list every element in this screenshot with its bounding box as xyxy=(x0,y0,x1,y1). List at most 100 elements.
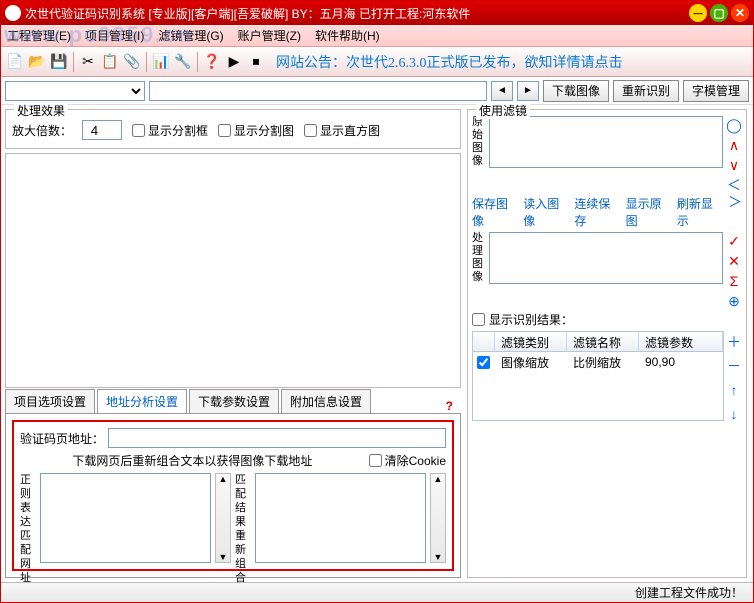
scrollbar[interactable]: ▲▼ xyxy=(215,473,231,563)
th-check[interactable] xyxy=(473,332,495,351)
separator xyxy=(146,52,147,72)
captcha-url-label: 验证码页地址： xyxy=(20,430,104,447)
show-result-label: 显示识别结果： xyxy=(489,311,573,328)
zoom-input[interactable] xyxy=(82,120,122,140)
toolbar: 📄 📂 💾 ✂ 📋 📎 📊 🔧 ❓ ▶ ⏹ 网站公告：次世代2.6.3.0正式版… xyxy=(1,47,753,77)
sigma-icon[interactable]: Σ xyxy=(730,274,739,288)
clear-cookie-cb[interactable]: 清除Cookie xyxy=(369,452,446,469)
tabs-bar: 项目选项设置 地址分析设置 下载参数设置 附加信息设置 ? xyxy=(5,392,461,414)
status-bar: 创建工程文件成功！ xyxy=(1,582,753,602)
tab-extra-info[interactable]: 附加信息设置 xyxy=(281,389,371,413)
image-side-controls-1: ◯ ∧ ∨ ＜ xyxy=(726,116,742,192)
cell-params: 90,90 xyxy=(639,353,723,371)
cell-name: 比例缩放 xyxy=(567,352,639,373)
recombine-hint: 下载网页后重新组合文本以获得图像下载地址 xyxy=(20,452,365,469)
filter-group-title: 使用滤镜 xyxy=(476,102,530,119)
filter-table: 滤镜类别 滤镜名称 滤镜参数 图像缩放 比例缩放 90,90 xyxy=(472,331,724,421)
captcha-url-input[interactable] xyxy=(108,428,446,448)
up-icon[interactable]: ∧ xyxy=(729,138,739,152)
highlight-box: 验证码页地址： 下载网页后重新组合文本以获得图像下载地址 清除Cookie 正则… xyxy=(12,420,454,571)
download-image-button[interactable]: 下载图像 xyxy=(543,80,609,102)
menu-filter-mgmt[interactable]: 滤镜管理(G) xyxy=(158,27,223,44)
minimize-button[interactable]: － xyxy=(689,4,707,22)
window-title: 次世代验证码识别系统 [专业版][客户端][吾爱破解] BY：五月海 已打开工程… xyxy=(25,5,686,22)
link-show-orig[interactable]: 显示原图 xyxy=(626,195,673,229)
menu-account-mgmt[interactable]: 账户管理(Z) xyxy=(238,27,301,44)
tab-project-options[interactable]: 项目选项设置 xyxy=(5,389,95,413)
circle-icon[interactable]: ◯ xyxy=(726,118,742,132)
nav-prev-button[interactable]: ◄ xyxy=(491,81,513,101)
th-category[interactable]: 滤镜类别 xyxy=(495,332,567,351)
recomb-textarea[interactable] xyxy=(255,473,426,563)
th-params[interactable]: 滤镜参数 xyxy=(639,332,723,351)
project-select[interactable] xyxy=(5,81,145,101)
app-icon xyxy=(5,5,21,21)
recomb-label: 匹配结果重新组合 xyxy=(235,473,251,563)
x-icon[interactable]: ✕ xyxy=(728,254,740,268)
proc-image-box xyxy=(489,232,723,284)
plus-circle-icon[interactable]: ⊕ xyxy=(728,294,740,308)
preview-area xyxy=(5,153,461,388)
tb-copy-icon[interactable]: 📋 xyxy=(100,52,120,72)
table-side-controls: ＋ － ↑ ↓ xyxy=(726,331,742,421)
link-cont-save[interactable]: 连续保存 xyxy=(574,195,621,229)
tab-body: 验证码页地址： 下载网页后重新组合文本以获得图像下载地址 清除Cookie 正则… xyxy=(5,414,461,578)
show-result-checkbox[interactable] xyxy=(472,313,485,326)
address-input[interactable] xyxy=(149,81,487,101)
tb-paste-icon[interactable]: 📎 xyxy=(122,52,142,72)
filter-group: 使用滤镜 原始图像 ◯ ∧ ∨ ＜ 保存图像 读入图像 连续保存 显示原图 刷新… xyxy=(467,109,747,578)
down-icon[interactable]: ∨ xyxy=(729,158,739,172)
regex-label: 正则表达匹配网址 xyxy=(20,473,36,563)
remove-icon[interactable]: － xyxy=(727,359,741,373)
maximize-button[interactable]: ▢ xyxy=(710,4,728,22)
tb-help-icon[interactable]: ❓ xyxy=(202,52,222,72)
separator xyxy=(197,52,198,72)
tb-tool-icon[interactable]: 🔧 xyxy=(173,52,193,72)
tab-address-analysis[interactable]: 地址分析设置 xyxy=(97,389,187,413)
tab-download-params[interactable]: 下载参数设置 xyxy=(189,389,279,413)
left-icon[interactable]: ＜ xyxy=(727,178,741,192)
font-template-button[interactable]: 字模管理 xyxy=(683,80,749,102)
tab-help-icon[interactable]: ? xyxy=(438,399,461,413)
link-load-image[interactable]: 读入图像 xyxy=(523,195,570,229)
title-bar: 次世代验证码识别系统 [专业版][客户端][吾爱破解] BY：五月海 已打开工程… xyxy=(1,1,753,25)
tb-run-icon[interactable]: ▶ xyxy=(224,52,244,72)
tb-stop-icon[interactable]: ⏹ xyxy=(246,52,266,72)
regex-textarea[interactable] xyxy=(40,473,211,563)
tb-open-icon[interactable]: 📂 xyxy=(27,52,47,72)
cell-category: 图像缩放 xyxy=(495,352,567,373)
cb-split-box[interactable]: 显示分割框 xyxy=(132,122,208,139)
right-icon[interactable]: ＞ xyxy=(728,195,742,229)
status-text: 创建工程文件成功！ xyxy=(635,584,743,601)
image-action-links: 保存图像 读入图像 连续保存 显示原图 刷新显示 ＞ xyxy=(472,192,742,232)
nav-next-button[interactable]: ► xyxy=(517,81,539,101)
table-row[interactable]: 图像缩放 比例缩放 90,90 xyxy=(473,352,723,372)
announcement-text[interactable]: 网站公告：次世代2.6.3.0正式版已发布，欲知详情请点击 xyxy=(268,52,749,72)
settings-tabs-container: 项目选项设置 地址分析设置 下载参数设置 附加信息设置 ? 验证码页地址： 下载… xyxy=(5,392,461,578)
cb-split-img[interactable]: 显示分割图 xyxy=(218,122,294,139)
link-save-image[interactable]: 保存图像 xyxy=(472,195,519,229)
image-side-controls-2: ✓ ✕ Σ ⊕ xyxy=(726,232,742,308)
table-header: 滤镜类别 滤镜名称 滤镜参数 xyxy=(473,332,723,352)
orig-image-label: 原始图像 xyxy=(472,116,486,168)
address-bar-row: ◄ ► 下载图像 重新识别 字模管理 xyxy=(1,77,753,105)
scrollbar[interactable]: ▲▼ xyxy=(430,473,446,563)
proc-image-label: 处理图像 xyxy=(472,232,486,284)
tb-save-icon[interactable]: 💾 xyxy=(49,52,69,72)
close-button[interactable]: ✕ xyxy=(731,4,749,22)
menu-help[interactable]: 软件帮助(H) xyxy=(315,27,380,44)
cb-histogram[interactable]: 显示直方图 xyxy=(304,122,380,139)
add-icon[interactable]: ＋ xyxy=(727,335,741,349)
link-refresh[interactable]: 刷新显示 xyxy=(677,195,724,229)
menu-project-mgmt[interactable]: 工程管理(E) xyxy=(7,27,71,44)
row-checkbox[interactable] xyxy=(477,356,490,369)
move-down-icon[interactable]: ↓ xyxy=(731,407,738,421)
menu-item-mgmt[interactable]: 项目管理(I) xyxy=(85,27,144,44)
tb-chart-icon[interactable]: 📊 xyxy=(151,52,171,72)
move-up-icon[interactable]: ↑ xyxy=(731,383,738,397)
check-icon[interactable]: ✓ xyxy=(728,234,740,248)
th-name[interactable]: 滤镜名称 xyxy=(567,332,639,351)
tb-new-icon[interactable]: 📄 xyxy=(5,52,25,72)
tb-cut-icon[interactable]: ✂ xyxy=(78,52,98,72)
rerecognize-button[interactable]: 重新识别 xyxy=(613,80,679,102)
